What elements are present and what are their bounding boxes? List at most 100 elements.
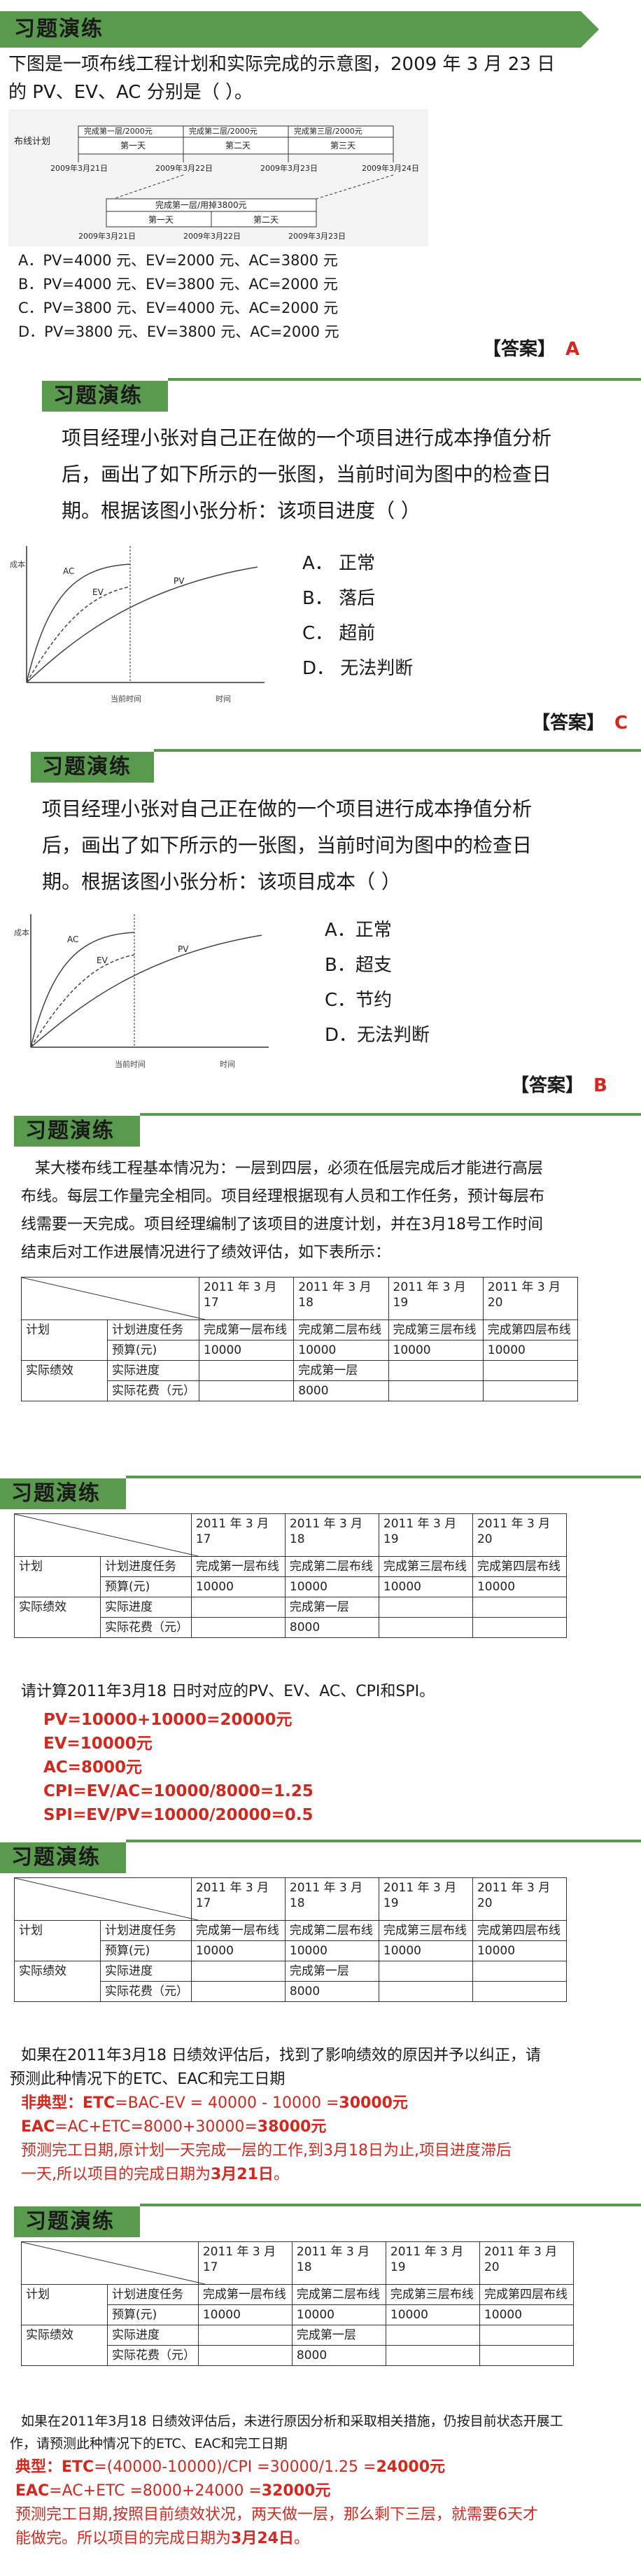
- pv-label: PV: [178, 944, 189, 954]
- row-label: 实际进度: [100, 1961, 192, 1982]
- svg-text:第二天: 第二天: [225, 141, 251, 150]
- answer-letter: C: [614, 713, 628, 734]
- table-cell: 完成第四层布线: [482, 1320, 579, 1340]
- table-header-date-4: 2011 年 3 月 20: [482, 1277, 579, 1320]
- question-line-1: 如果在2011年3月18 日绩效评估后，未进行原因分析和采取相关措施，仍按目前状…: [21, 2414, 563, 2429]
- question-line-1: 下图是一项布线工程计划和实际完成的示意图，2009 年 3 月 23 日: [8, 54, 556, 75]
- table-cell: [190, 1981, 286, 2002]
- x-axis-label: 时间: [220, 1060, 235, 1069]
- table-cell: [385, 2325, 480, 2346]
- table-cell: 8000: [284, 1617, 379, 1638]
- table-cell: 完成第三层布线: [378, 1920, 473, 1941]
- table-cell: 完成第一层布线: [197, 2284, 293, 2305]
- table-header-row: 2011 年 3 月 17 2011 年 3 月 18 2011 年 3 月 1…: [21, 2241, 575, 2285]
- option-d: D． 无法判断: [302, 658, 414, 679]
- table-header-date-3: 2011 年 3 月 19: [378, 1877, 473, 1921]
- table-cell: 完成第一层: [284, 1961, 379, 1982]
- table-cell: [378, 1617, 473, 1638]
- table-cell: 10000: [199, 1340, 295, 1361]
- row-group-actual: 实际绩效: [21, 2325, 108, 2366]
- row-label: 预算(元): [100, 1576, 192, 1597]
- table-cell: 完成第一层布线: [190, 1920, 286, 1941]
- pv-label: PV: [174, 576, 185, 586]
- slide-title: 习题演练: [11, 1481, 101, 1506]
- table-header-row: 2011 年 3 月 17 2011 年 3 月 18 2011 年 3 月 1…: [20, 1277, 579, 1320]
- svg-text:第三天: 第三天: [330, 141, 355, 150]
- eac-formula: EAC=AC+ETC=8000+30000=38000元: [21, 2118, 327, 2136]
- table-cell: [199, 1380, 295, 1401]
- answer-letter: A: [565, 339, 580, 360]
- svg-text:2009年3月22日: 2009年3月22日: [183, 231, 241, 241]
- slide-2: 习题演练 项目经理小张对自己正在做的一个项目进行成本挣值分析 后，画出了如下所示…: [0, 371, 641, 742]
- table-cell: 完成第三层布线: [378, 1556, 473, 1577]
- table-cell: [190, 1617, 286, 1638]
- ev-analysis-chart: 成本 时间 当前时间 AC EV PV: [14, 914, 269, 1069]
- table-cell: 10000: [190, 1576, 286, 1597]
- table-header-date-2: 2011 年 3 月 18: [293, 1277, 389, 1320]
- check-date-label: 当前时间: [115, 1059, 146, 1069]
- table-cell: [190, 1597, 286, 1618]
- y-axis-label: 成本: [14, 927, 29, 937]
- para-line-3: 线需要一天完成。项目经理编制了该项目的进度计划，并在3月18号工作时间: [21, 1216, 543, 1233]
- question-text: 请计算2011年3月18 日时对应的PV、EV、AC、CPI和SPI。: [21, 1683, 435, 1700]
- slide-title: 习题演练: [11, 1845, 101, 1870]
- table-cell: 完成第二层布线: [284, 1556, 379, 1577]
- table-cell: [479, 2325, 575, 2346]
- option-c: C．节约: [325, 990, 393, 1011]
- option-b: B．超支: [325, 955, 392, 976]
- y-axis-label: 成本: [10, 559, 25, 569]
- title-bar-arrow: [581, 11, 599, 48]
- option-d: D．无法判断: [325, 1025, 430, 1046]
- table-cell: 完成第二层布线: [284, 1920, 379, 1941]
- slide-title: 习题演练: [25, 1119, 115, 1143]
- table-cell: 10000: [197, 2304, 293, 2325]
- svg-text:完成第二层/2000元: 完成第二层/2000元: [189, 126, 258, 136]
- table-row: 实际绩效 实际进度 完成第一层: [14, 1961, 568, 2002]
- table-row: 实际绩效 实际进度 完成第一层: [21, 2325, 575, 2366]
- table-header-date-4: 2011 年 3 月 20: [472, 1513, 568, 1557]
- table-row: 计划 计划进度任务 完成第一层布线 完成第二层布线 完成第三层布线 完成第四层布…: [21, 1320, 579, 1361]
- table-cell: [479, 2345, 575, 2366]
- slide-3: 习题演练 项目经理小张对自己正在做的一个项目进行成本挣值分析 后，画出了如下所示…: [0, 742, 641, 1106]
- row-label: 实际进度: [100, 1597, 192, 1618]
- option-b: B． 落后: [302, 588, 376, 609]
- atypical-label: 非典型: [21, 2094, 68, 2112]
- table-cell: [199, 1360, 295, 1381]
- svg-text:2009年3月21日: 2009年3月21日: [50, 163, 108, 173]
- row-label: 计划进度任务: [106, 1320, 200, 1340]
- conclusion-line-2: 一天,所以项目的完成日期为3月21日。: [21, 2166, 289, 2183]
- table-cell: 完成第四层布线: [472, 1556, 568, 1577]
- table-cell: [472, 1981, 568, 2002]
- ac-label: AC: [67, 934, 78, 944]
- row-group-plan: 计划: [21, 2284, 108, 2325]
- svg-text:完成第一层/2000元: 完成第一层/2000元: [84, 126, 153, 136]
- table-cell: 完成第一层: [293, 1360, 389, 1381]
- para-line-4: 结束后对工作进展情况进行了绩效评估，如下表所示：: [21, 1244, 391, 1261]
- answer-label: 【答案】: [532, 713, 605, 734]
- table-cell: 8000: [291, 2345, 386, 2366]
- table-cell: 10000: [482, 1340, 579, 1361]
- answer-ac: AC=8000元: [43, 1758, 142, 1777]
- row-group-plan: 计划: [21, 1320, 108, 1361]
- option-b: B．PV=4000 元、EV=3800 元、AC=2000 元: [18, 276, 338, 293]
- x-axis-label: 时间: [216, 694, 231, 704]
- svg-text:完成第一层/用掉3800元: 完成第一层/用掉3800元: [155, 200, 247, 210]
- row-label: 计划进度任务: [100, 1920, 192, 1941]
- table-cell: 完成第一层: [284, 1597, 379, 1618]
- table-cell: [385, 2345, 480, 2366]
- question-line-2: 后，画出了如下所示的一张图，当前时间为图中的检查日: [42, 834, 533, 857]
- svg-text:2009年3月23日: 2009年3月23日: [260, 163, 318, 173]
- answer-letter: B: [593, 1075, 607, 1096]
- option-a: A． 正常: [302, 553, 376, 574]
- row-label: 布线计划: [14, 136, 50, 147]
- table-header-date-1: 2011 年 3 月 17: [199, 1277, 295, 1320]
- table-cell: 完成第四层布线: [472, 1920, 568, 1941]
- table-cell: [378, 1981, 473, 2002]
- table-header-date-1: 2011 年 3 月 17: [190, 1513, 286, 1557]
- question-line-1: 如果在2011年3月18 日绩效评估后，找到了影响绩效的原因并予以纠正，请: [21, 2047, 541, 2064]
- table-header-date-3: 2011 年 3 月 19: [378, 1513, 473, 1557]
- option-c: C．PV=3800 元、EV=4000 元、AC=2000 元: [18, 300, 339, 316]
- table-cell: 完成第二层布线: [293, 1320, 389, 1340]
- pv-curve: [30, 934, 262, 1048]
- table-header-date-1: 2011 年 3 月 17: [197, 2241, 293, 2285]
